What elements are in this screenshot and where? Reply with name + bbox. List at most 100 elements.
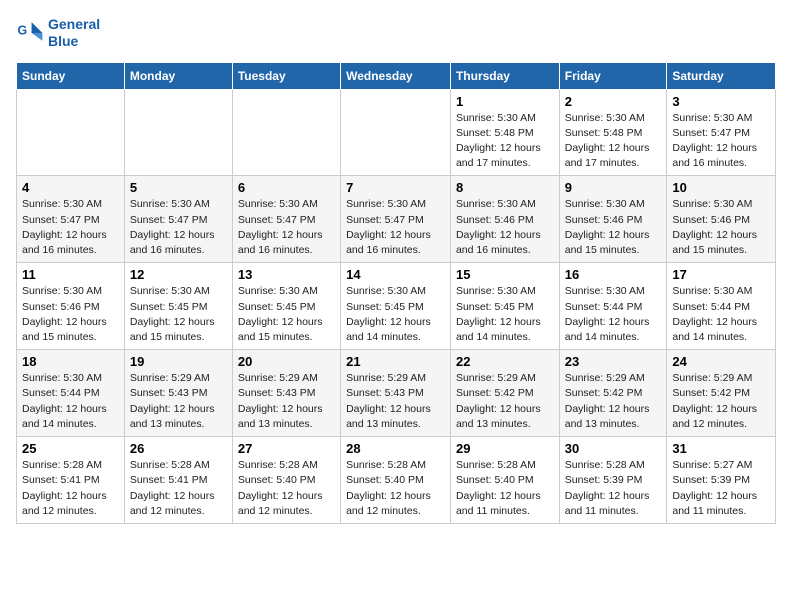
calendar-cell: 31Sunrise: 5:27 AMSunset: 5:39 PMDayligh… [667, 437, 776, 524]
calendar-cell: 6Sunrise: 5:30 AMSunset: 5:47 PMDaylight… [232, 176, 340, 263]
day-info: Sunrise: 5:30 AMSunset: 5:45 PMDaylight:… [238, 284, 335, 345]
col-header-tuesday: Tuesday [232, 62, 340, 89]
calendar-cell [341, 89, 451, 176]
day-number: 27 [238, 441, 335, 456]
calendar-cell: 9Sunrise: 5:30 AMSunset: 5:46 PMDaylight… [559, 176, 667, 263]
day-info: Sunrise: 5:28 AMSunset: 5:41 PMDaylight:… [130, 458, 227, 519]
day-number: 3 [672, 94, 770, 109]
day-number: 5 [130, 180, 227, 195]
calendar-cell: 16Sunrise: 5:30 AMSunset: 5:44 PMDayligh… [559, 263, 667, 350]
day-number: 2 [565, 94, 662, 109]
logo: G General Blue [16, 16, 100, 50]
calendar-cell: 15 Sunrise: 5:30 AMSunset: 5:45 PMDayligh… [450, 263, 559, 350]
day-number: 31 [672, 441, 770, 456]
calendar-cell: 27 Sunrise: 5:28 AMSunset: 5:40 PMDayligh… [232, 437, 340, 524]
day-info: Sunrise: 5:29 AMSunset: 5:42 PMDaylight:… [672, 371, 770, 432]
day-number: 30 [565, 441, 662, 456]
day-number: 28 [346, 441, 445, 456]
calendar-cell: 23Sunrise: 5:29 AMSunset: 5:42 PMDayligh… [559, 350, 667, 437]
day-number: 17 [672, 267, 770, 282]
day-number: 16 [565, 267, 662, 282]
week-row-3: 11 Sunrise: 5:30 AMSunset: 5:46 PMDayligh… [17, 263, 776, 350]
day-info: Sunrise: 5:28 AMSunset: 5:40 PMDaylight:… [346, 458, 445, 519]
day-info: Sunrise: 5:30 AMSunset: 5:45 PMDaylight:… [130, 284, 227, 345]
calendar-cell: 11 Sunrise: 5:30 AMSunset: 5:46 PMDayligh… [17, 263, 125, 350]
col-header-sunday: Sunday [17, 62, 125, 89]
day-number: 8 [456, 180, 554, 195]
day-number: 11 [22, 267, 119, 282]
day-info: Sunrise: 5:30 AMSunset: 5:47 PMDaylight:… [130, 197, 227, 258]
day-number: 23 [565, 354, 662, 369]
calendar-cell: 12 Sunrise: 5:30 AMSunset: 5:45 PMDayligh… [124, 263, 232, 350]
calendar-cell: 29 Sunrise: 5:28 AMSunset: 5:40 PMDayligh… [450, 437, 559, 524]
calendar-cell: 5 Sunrise: 5:30 AMSunset: 5:47 PMDaylight… [124, 176, 232, 263]
calendar-cell [124, 89, 232, 176]
day-info: Sunrise: 5:30 AMSunset: 5:45 PMDaylight:… [456, 284, 554, 345]
day-number: 7 [346, 180, 445, 195]
calendar-cell: 18 Sunrise: 5:30 AMSunset: 5:44 PMDayligh… [17, 350, 125, 437]
day-info: Sunrise: 5:29 AMSunset: 5:43 PMDaylight:… [130, 371, 227, 432]
day-info: Sunrise: 5:30 AMSunset: 5:46 PMDaylight:… [672, 197, 770, 258]
day-number: 24 [672, 354, 770, 369]
day-number: 29 [456, 441, 554, 456]
calendar-cell: 20 Sunrise: 5:29 AMSunset: 5:43 PMDayligh… [232, 350, 340, 437]
day-number: 13 [238, 267, 335, 282]
day-number: 15 [456, 267, 554, 282]
calendar-cell: 13 Sunrise: 5:30 AMSunset: 5:45 PMDayligh… [232, 263, 340, 350]
calendar-cell [17, 89, 125, 176]
day-info: Sunrise: 5:28 AMSunset: 5:40 PMDaylight:… [456, 458, 554, 519]
day-info: Sunrise: 5:28 AMSunset: 5:39 PMDaylight:… [565, 458, 662, 519]
day-number: 12 [130, 267, 227, 282]
day-info: Sunrise: 5:30 AMSunset: 5:44 PMDaylight:… [22, 371, 119, 432]
day-number: 9 [565, 180, 662, 195]
day-number: 10 [672, 180, 770, 195]
day-info: Sunrise: 5:30 AMSunset: 5:48 PMDaylight:… [565, 111, 662, 172]
day-info: Sunrise: 5:29 AMSunset: 5:43 PMDaylight:… [238, 371, 335, 432]
day-number: 18 [22, 354, 119, 369]
page-header: G General Blue [16, 16, 776, 50]
calendar-cell: 17 Sunrise: 5:30 AMSunset: 5:44 PMDayligh… [667, 263, 776, 350]
calendar-cell: 14 Sunrise: 5:30 AMSunset: 5:45 PMDayligh… [341, 263, 451, 350]
week-row-2: 4 Sunrise: 5:30 AMSunset: 5:47 PMDaylight… [17, 176, 776, 263]
day-info: Sunrise: 5:30 AMSunset: 5:47 PMDaylight:… [22, 197, 119, 258]
calendar-cell: 25Sunrise: 5:28 AMSunset: 5:41 PMDayligh… [17, 437, 125, 524]
calendar-cell: 28 Sunrise: 5:28 AMSunset: 5:40 PMDayligh… [341, 437, 451, 524]
calendar-cell [232, 89, 340, 176]
calendar-cell: 22 Sunrise: 5:29 AMSunset: 5:42 PMDayligh… [450, 350, 559, 437]
day-info: Sunrise: 5:30 AMSunset: 5:45 PMDaylight:… [346, 284, 445, 345]
day-number: 19 [130, 354, 227, 369]
day-info: Sunrise: 5:30 AMSunset: 5:48 PMDaylight:… [456, 111, 554, 172]
calendar-cell: 7 Sunrise: 5:30 AMSunset: 5:47 PMDaylight… [341, 176, 451, 263]
day-info: Sunrise: 5:28 AMSunset: 5:41 PMDaylight:… [22, 458, 119, 519]
day-number: 26 [130, 441, 227, 456]
calendar-cell: 1 Sunrise: 5:30 AMSunset: 5:48 PMDaylight… [450, 89, 559, 176]
col-header-monday: Monday [124, 62, 232, 89]
col-header-friday: Friday [559, 62, 667, 89]
day-info: Sunrise: 5:30 AMSunset: 5:47 PMDaylight:… [672, 111, 770, 172]
calendar-cell: 8 Sunrise: 5:30 AMSunset: 5:46 PMDaylight… [450, 176, 559, 263]
day-number: 14 [346, 267, 445, 282]
day-info: Sunrise: 5:29 AMSunset: 5:42 PMDaylight:… [456, 371, 554, 432]
day-info: Sunrise: 5:30 AMSunset: 5:47 PMDaylight:… [346, 197, 445, 258]
day-number: 22 [456, 354, 554, 369]
week-row-1: 1 Sunrise: 5:30 AMSunset: 5:48 PMDaylight… [17, 89, 776, 176]
col-header-saturday: Saturday [667, 62, 776, 89]
calendar-cell: 3 Sunrise: 5:30 AMSunset: 5:47 PMDaylight… [667, 89, 776, 176]
calendar-cell: 24 Sunrise: 5:29 AMSunset: 5:42 PMDayligh… [667, 350, 776, 437]
calendar-cell: 2 Sunrise: 5:30 AMSunset: 5:48 PMDaylight… [559, 89, 667, 176]
calendar-cell: 10 Sunrise: 5:30 AMSunset: 5:46 PMDayligh… [667, 176, 776, 263]
day-number: 21 [346, 354, 445, 369]
week-row-5: 25Sunrise: 5:28 AMSunset: 5:41 PMDayligh… [17, 437, 776, 524]
day-info: Sunrise: 5:30 AMSunset: 5:44 PMDaylight:… [672, 284, 770, 345]
day-number: 4 [22, 180, 119, 195]
day-number: 20 [238, 354, 335, 369]
col-header-wednesday: Wednesday [341, 62, 451, 89]
calendar-cell: 30 Sunrise: 5:28 AMSunset: 5:39 PMDayligh… [559, 437, 667, 524]
day-info: Sunrise: 5:29 AMSunset: 5:43 PMDaylight:… [346, 371, 445, 432]
day-info: Sunrise: 5:28 AMSunset: 5:40 PMDaylight:… [238, 458, 335, 519]
day-info: Sunrise: 5:30 AMSunset: 5:46 PMDaylight:… [22, 284, 119, 345]
calendar-cell: 4 Sunrise: 5:30 AMSunset: 5:47 PMDaylight… [17, 176, 125, 263]
calendar-cell: 26 Sunrise: 5:28 AMSunset: 5:41 PMDayligh… [124, 437, 232, 524]
day-number: 1 [456, 94, 554, 109]
day-info: Sunrise: 5:30 AMSunset: 5:46 PMDaylight:… [456, 197, 554, 258]
